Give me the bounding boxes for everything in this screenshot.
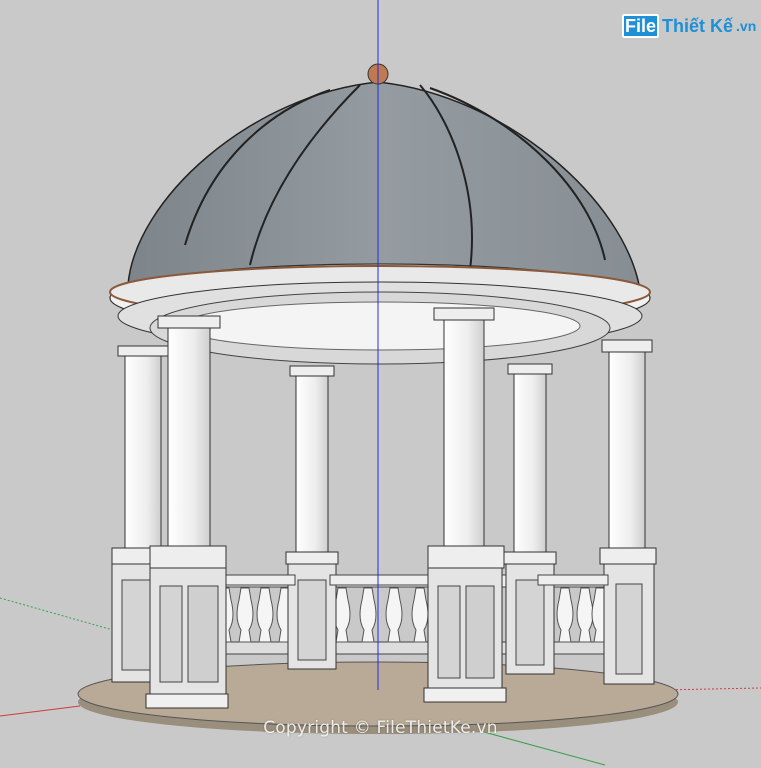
baluster (236, 587, 254, 643)
baluster (385, 587, 403, 643)
dome (127, 63, 641, 291)
logo-name: Thiết Kế (662, 15, 734, 36)
column-far-right (599, 339, 657, 685)
brand-logo: File Thiết Kế .vn (622, 12, 756, 40)
baluster (556, 587, 574, 643)
baluster (256, 587, 274, 643)
column-back-right (503, 363, 557, 675)
gazebo-model-viewport[interactable] (0, 0, 761, 768)
logo-tld: .vn (736, 18, 757, 34)
baluster (411, 587, 429, 643)
column-back-left (285, 365, 339, 670)
copyright-watermark: Copyright © FileThietKe.vn (263, 718, 498, 738)
column-front-right (423, 307, 507, 703)
balustrade-back (214, 574, 616, 655)
logo-badge: File (622, 14, 660, 38)
baluster (576, 587, 594, 643)
baluster (359, 587, 377, 643)
balustrade-front (214, 574, 609, 586)
